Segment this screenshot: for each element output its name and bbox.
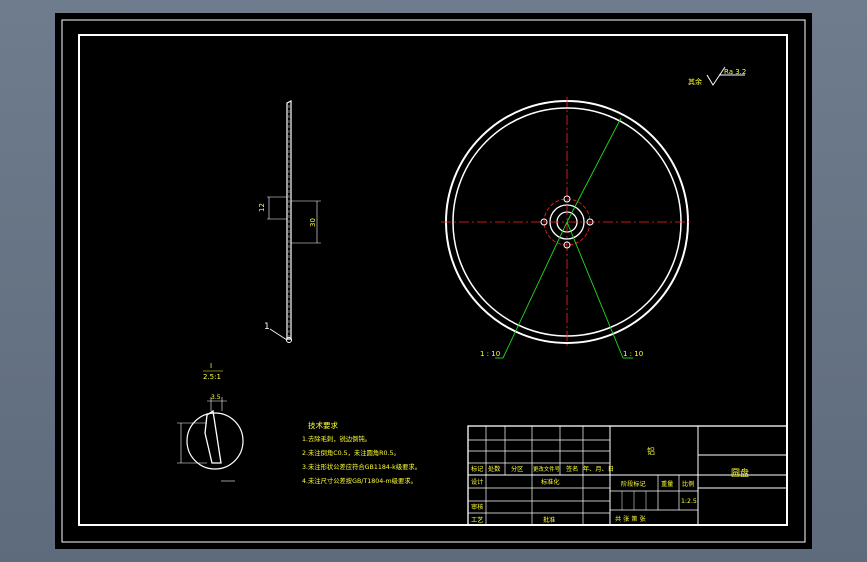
tech-item: 1.去除毛刺，锐边倒钝。 <box>302 434 371 443</box>
leader-top <box>566 117 622 223</box>
tb-label-approve: 批准 <box>543 516 555 524</box>
dim-large: 30 <box>309 218 317 227</box>
tb-label-standard: 标准化 <box>541 478 560 486</box>
tb-label-design: 设计 <box>471 478 483 486</box>
cad-drawing: 其余 Ra 3.2 12 30 1 1: 10 1: 10 I 2.5:1 … <box>61 19 806 543</box>
tech-item: 4.未注尺寸公差按GB/T1804-m级要求。 <box>302 476 417 485</box>
leader-right <box>566 221 624 359</box>
leader-right-label: 1 : 10 <box>623 350 643 358</box>
dim-small: 12 <box>258 203 266 212</box>
tb-label-process: 工艺 <box>471 516 483 524</box>
roughness-prefix: 其余 <box>688 77 702 86</box>
tb-header: 签名 <box>566 465 578 473</box>
tb-scale-value: 1:2.5 <box>681 498 697 505</box>
tb-scale-label: 比例 <box>682 480 694 488</box>
tb-header: 处数 <box>488 465 501 473</box>
tb-part-name: 圆盘 <box>731 467 749 479</box>
leader-left <box>502 221 568 359</box>
detail-profile <box>204 409 222 464</box>
outer-frame <box>61 19 806 543</box>
side-view: 12 30 1 <box>258 100 321 343</box>
tb-sheet: 共 张 第 张 <box>615 515 646 523</box>
detail-view: I 2.5:1 3.5 <box>177 362 244 482</box>
tb-weight-label: 重量 <box>661 480 673 488</box>
detail-label: I <box>210 362 212 370</box>
tech-title: 技术要求 <box>308 420 338 430</box>
detail-scale: 2.5:1 <box>203 373 221 381</box>
tb-header: 分区 <box>511 465 523 473</box>
tb-header: 更改文件号 <box>533 465 561 473</box>
inner-frame <box>78 34 788 526</box>
front-view: 1 : 10 1 : 10 <box>441 97 693 359</box>
tech-item: 3.未注形状公差应符合GB1184-k级要求。 <box>302 462 421 471</box>
roughness-value: Ra 3.2 <box>724 68 746 76</box>
tb-header: 标记 <box>471 465 483 473</box>
part-label: 1 <box>264 322 270 332</box>
tech-item: 2.未注倒角C0.5，未注圆角R0.5。 <box>302 448 400 457</box>
leader-left-label: 1 : 10 <box>480 350 500 358</box>
roughness-check-icon <box>706 66 726 86</box>
tb-header: 年、月、日 <box>583 465 614 473</box>
cad-viewport[interactable]: 其余 Ra 3.2 12 30 1 1: 10 1: 10 I 2.5:1 … <box>55 13 812 549</box>
tb-stage-label: 阶段标记 <box>621 480 646 488</box>
detail-dim: 3.5 <box>211 394 221 401</box>
profile-end <box>286 337 292 343</box>
roughness-symbol: 其余 Ra 3.2 <box>688 66 746 86</box>
tb-material: 铝 <box>647 446 655 456</box>
tb-label-review: 审核 <box>471 503 483 511</box>
tech-requirements: 技术要求 1.去除毛刺，锐边倒钝。 2.未注倒角C0.5，未注圆角R0.5。 3… <box>302 420 421 485</box>
